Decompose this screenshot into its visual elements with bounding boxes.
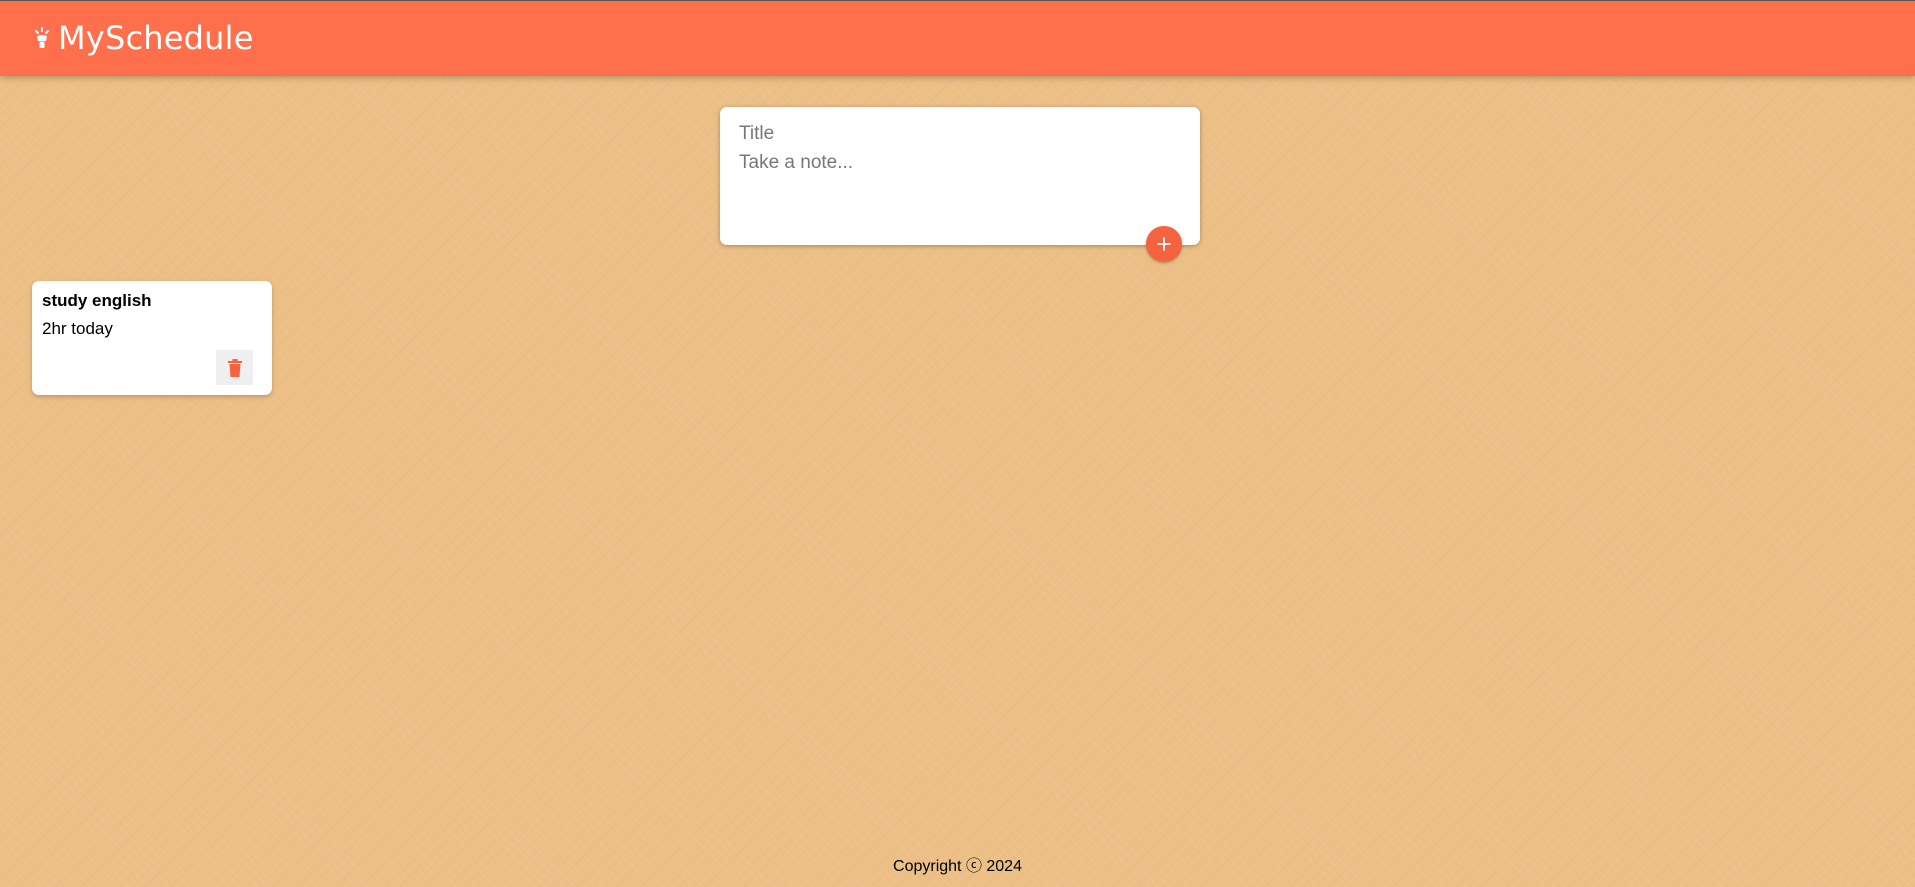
app-title: MySchedule — [58, 19, 254, 57]
copyright-text: Copyright ⓒ 2024 — [893, 858, 1022, 875]
note-title-input[interactable] — [739, 121, 1181, 147]
note-title: study english — [42, 291, 152, 310]
app-header: MySchedule — [0, 0, 1915, 76]
footer: Copyright ⓒ 2024 — [0, 852, 1915, 876]
create-note-form — [720, 107, 1200, 262]
trash-icon — [227, 358, 242, 377]
note-content-input[interactable] — [739, 152, 1181, 212]
delete-note-button[interactable] — [216, 350, 253, 385]
note-content: 2hr today — [42, 319, 113, 338]
brand: MySchedule — [34, 18, 254, 58]
note-card: study english 2hr today — [32, 281, 272, 395]
add-note-button[interactable] — [1146, 226, 1182, 262]
plus-icon — [1156, 236, 1172, 252]
lightbulb-icon — [34, 25, 52, 51]
